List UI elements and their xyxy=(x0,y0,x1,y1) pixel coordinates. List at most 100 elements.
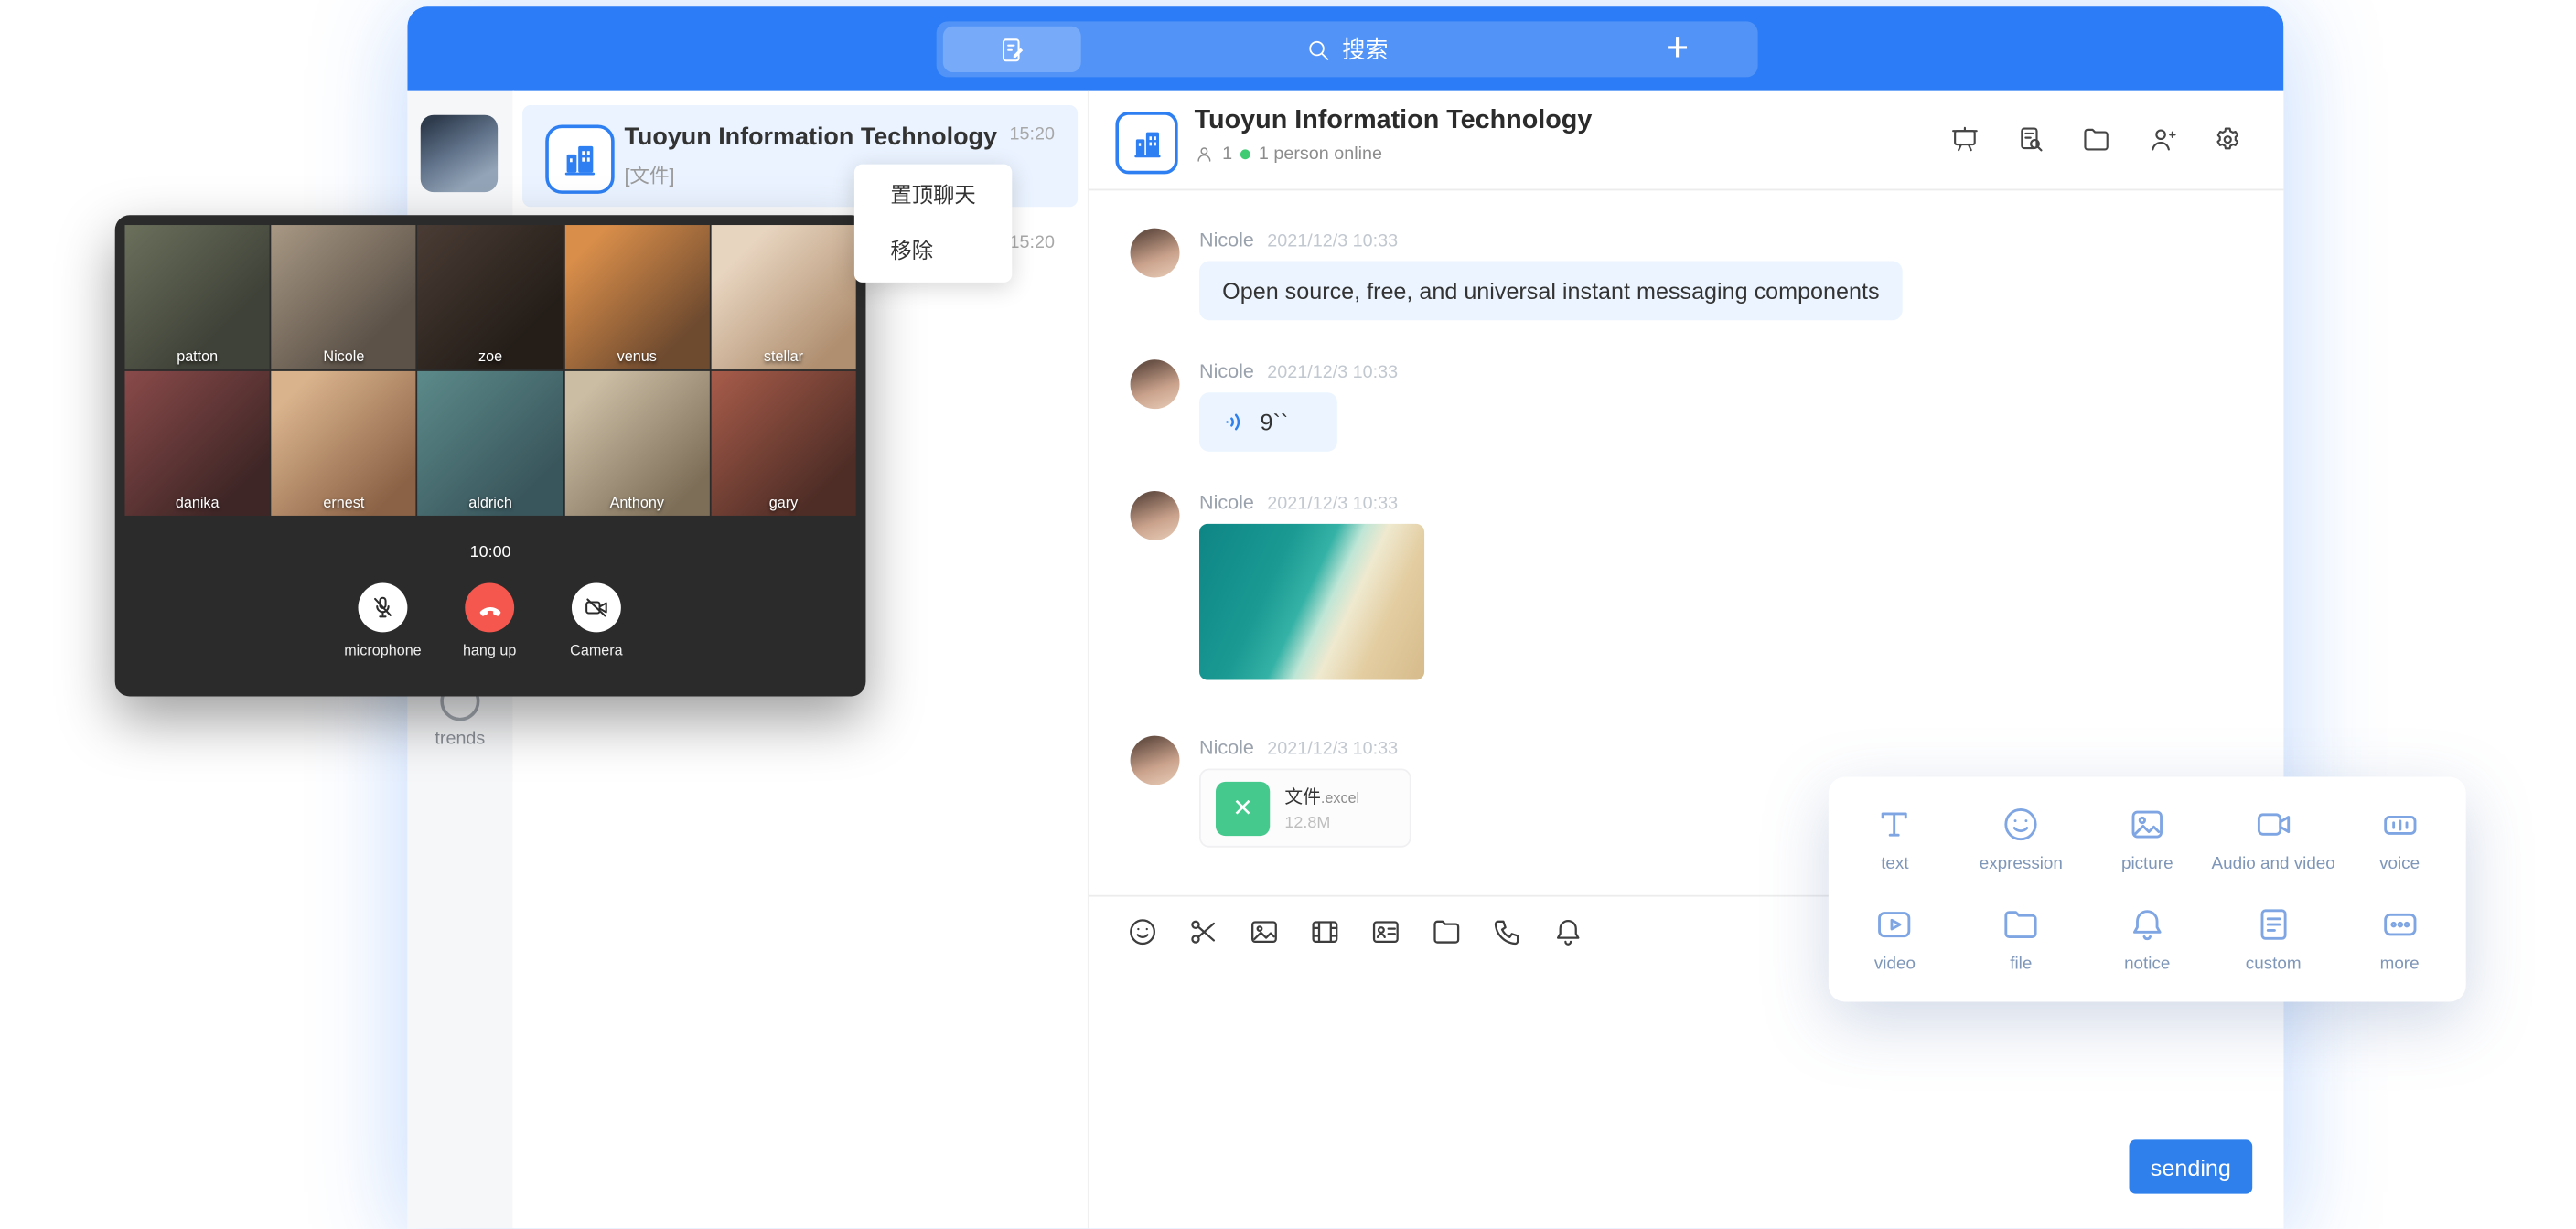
participant-name: stellar xyxy=(711,348,855,365)
hang-up-button[interactable] xyxy=(465,583,514,633)
trends-label: trends xyxy=(407,729,512,749)
group-files-icon[interactable] xyxy=(2081,124,2110,154)
panel-item-notice[interactable]: notice xyxy=(2084,889,2210,989)
file-size: 12.8M xyxy=(1284,815,1359,833)
send-button[interactable]: sending xyxy=(2130,1139,2253,1193)
screen: 搜索 + trends xyxy=(0,0,2576,1228)
group-settings-icon[interactable] xyxy=(2213,124,2242,154)
panel-label: more xyxy=(2380,954,2420,974)
voice-wave-icon xyxy=(1222,409,1249,435)
panel-label: Audio and video xyxy=(2212,854,2335,874)
call-icon[interactable] xyxy=(1492,916,1523,947)
folder-icon[interactable] xyxy=(1431,916,1462,947)
panel-item-more[interactable]: more xyxy=(2336,889,2463,989)
user-avatar[interactable] xyxy=(421,115,498,192)
building-icon xyxy=(560,140,599,179)
participant-tile[interactable]: aldrich xyxy=(418,371,563,516)
participant-name: aldrich xyxy=(418,495,563,511)
avatar[interactable] xyxy=(1131,359,1180,409)
avatar[interactable] xyxy=(1131,229,1180,278)
participant-tile[interactable]: Anthony xyxy=(564,371,709,516)
call-timer: 10:00 xyxy=(115,543,866,561)
beach-photo-message[interactable] xyxy=(1199,524,1424,680)
panel-item-custom[interactable]: custom xyxy=(2210,889,2336,989)
sender-name: Nicole xyxy=(1199,491,1254,514)
participant-name: gary xyxy=(711,495,855,511)
chat-title: Tuoyun Information Technology xyxy=(1195,107,1593,136)
panel-label: expression xyxy=(1980,854,2063,874)
panel-item-file[interactable]: file xyxy=(1958,889,2084,989)
plus-icon: + xyxy=(1666,27,1689,72)
message-input[interactable] xyxy=(1089,967,2284,1229)
avatar[interactable] xyxy=(1131,736,1180,785)
panel-item-voice[interactable]: voice xyxy=(2336,790,2463,890)
conversation-time: 15:20 xyxy=(1010,233,1055,253)
chat-history-search-icon[interactable] xyxy=(2016,124,2045,154)
participant-name: patton xyxy=(124,348,269,365)
message-bubble[interactable]: Open source, free, and universal instant… xyxy=(1199,262,1903,321)
participant-name: Anthony xyxy=(564,495,709,511)
participant-tile[interactable]: danika xyxy=(124,371,269,516)
group-board-icon[interactable] xyxy=(1950,124,1980,154)
microphone-button[interactable] xyxy=(359,583,408,633)
file-name: 文件 xyxy=(1284,788,1321,808)
participant-tile[interactable]: ernest xyxy=(272,371,416,516)
picture-icon xyxy=(2128,805,2167,844)
online-dot xyxy=(1240,149,1250,159)
voice-duration: 9`` xyxy=(1260,409,1288,435)
panel-item-video[interactable]: video xyxy=(1831,889,1958,989)
notice-bell-icon xyxy=(2128,904,2167,944)
hang-up-icon xyxy=(476,593,504,622)
add-button[interactable]: + xyxy=(1666,21,1689,77)
panel-item-picture[interactable]: picture xyxy=(2084,790,2210,890)
voice-bubble[interactable]: 9`` xyxy=(1199,392,1337,452)
participant-tile[interactable]: zoe xyxy=(418,225,563,369)
panel-item-text[interactable]: text xyxy=(1831,790,1958,890)
file-ext: .excel xyxy=(1321,790,1359,807)
chat-header-actions xyxy=(1950,124,2243,154)
message-image: Nicole 2021/12/3 10:33 xyxy=(1089,491,2284,680)
participant-tile[interactable]: Nicole xyxy=(272,225,416,369)
participant-name: venus xyxy=(564,348,709,365)
participant-tile[interactable]: stellar xyxy=(711,225,855,369)
conversation-context-menu: 置顶聊天 移除 xyxy=(854,165,1012,283)
file-message-card[interactable]: ✕ 文件.excel 12.8M xyxy=(1199,768,1411,847)
video-film-icon[interactable] xyxy=(1309,916,1340,947)
camera-button[interactable] xyxy=(572,583,621,633)
contact-card-icon[interactable] xyxy=(1370,916,1401,947)
screenshot-scissors-icon[interactable] xyxy=(1187,916,1218,947)
sender-name: Nicole xyxy=(1199,229,1254,251)
message-list-tab[interactable] xyxy=(943,27,1081,72)
topbar-controls: 搜索 + xyxy=(937,21,1758,77)
participant-name: zoe xyxy=(418,348,563,365)
participant-name: danika xyxy=(124,495,269,511)
panel-label: picture xyxy=(2121,854,2174,874)
panel-label: file xyxy=(2010,954,2032,974)
participant-tile[interactable]: patton xyxy=(124,225,269,369)
group-members-icon[interactable] xyxy=(2147,124,2176,154)
panel-item-audio-video[interactable]: Audio and video xyxy=(2210,790,2336,890)
panel-label: video xyxy=(1874,954,1916,974)
participant-tile[interactable]: gary xyxy=(711,371,855,516)
search-label: 搜索 xyxy=(1342,33,1388,66)
panel-label: notice xyxy=(2124,954,2170,974)
sender-name: Nicole xyxy=(1199,359,1254,382)
notification-bell-icon[interactable] xyxy=(1552,916,1583,947)
message-time: 2021/12/3 10:33 xyxy=(1267,739,1398,759)
avatar[interactable] xyxy=(1131,491,1180,540)
participant-tile[interactable]: venus xyxy=(564,225,709,369)
picture-icon[interactable] xyxy=(1249,916,1280,947)
panel-label: voice xyxy=(2379,854,2420,874)
menu-item-pin[interactable]: 置顶聊天 xyxy=(854,167,1012,223)
emoji-icon[interactable] xyxy=(1127,916,1158,947)
panel-label: text xyxy=(1881,854,1908,874)
menu-item-remove[interactable]: 移除 xyxy=(854,223,1012,279)
message-time: 2021/12/3 10:33 xyxy=(1267,231,1398,251)
building-icon xyxy=(1130,125,1165,160)
chat-header: Tuoyun Information Technology 1 1 person… xyxy=(1089,91,2284,191)
message-type-panel: text expression picture Audio and video … xyxy=(1829,776,2466,1001)
panel-item-expression[interactable]: expression xyxy=(1958,790,2084,890)
participant-name: ernest xyxy=(272,495,416,511)
message-voice: Nicole 2021/12/3 10:33 9`` xyxy=(1089,359,2284,452)
audio-video-icon xyxy=(2254,805,2293,844)
